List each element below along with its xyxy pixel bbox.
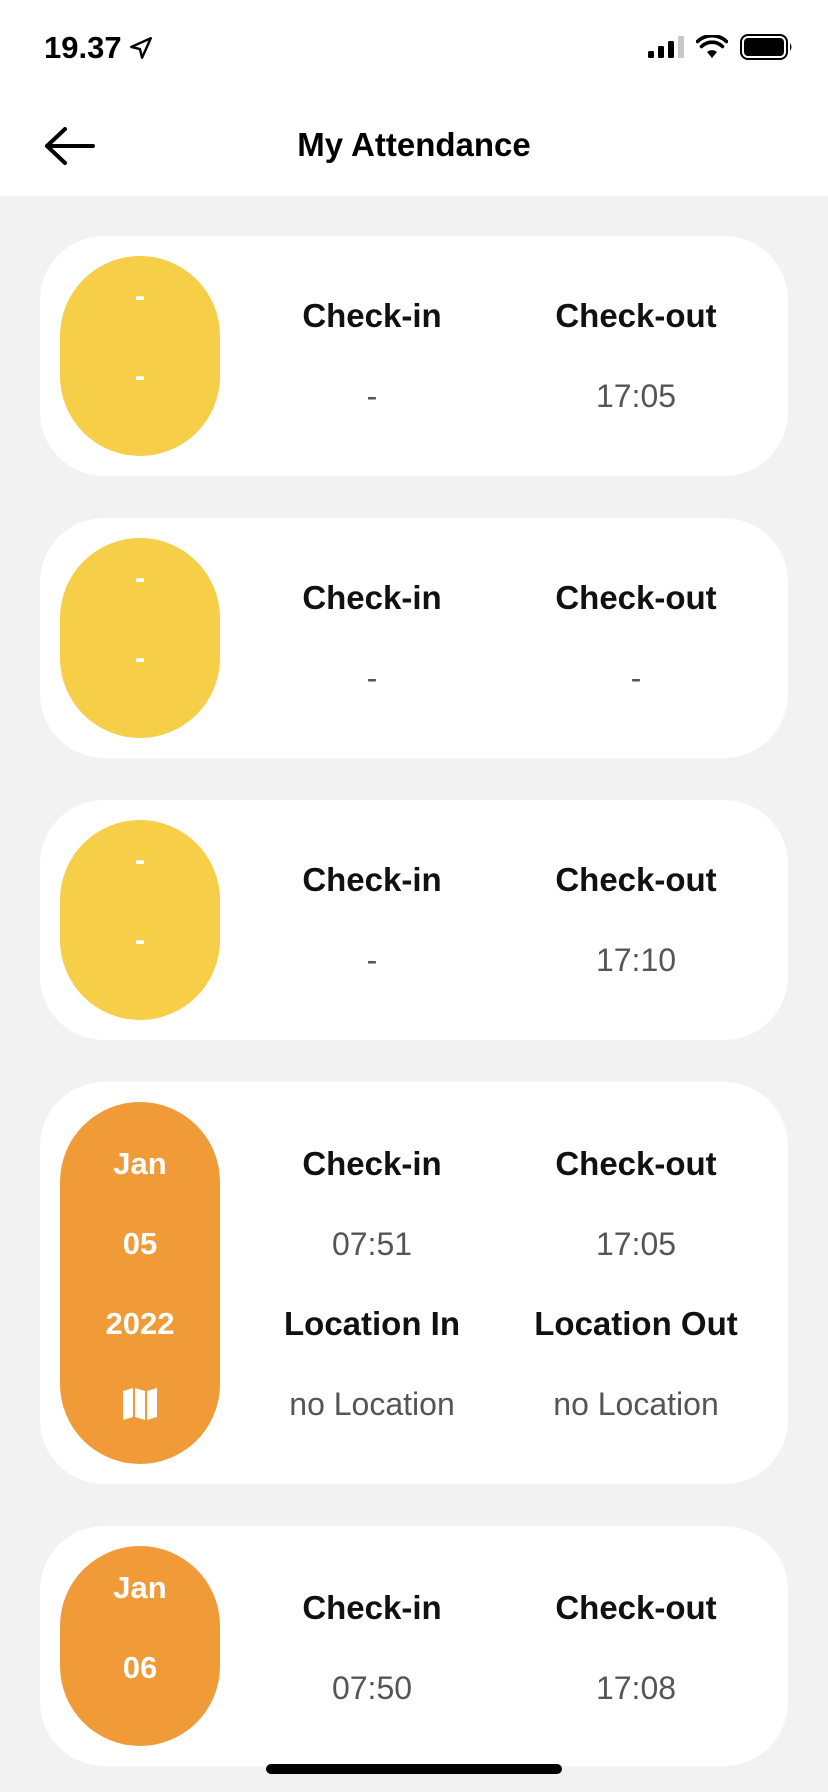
checkin-label: Check-in — [302, 297, 442, 334]
checkout-value: 17:08 — [595, 1670, 677, 1706]
attendance-card[interactable]: - - Check-in Check-out - 17:05 — [40, 236, 788, 476]
checkout-label: Check-out — [555, 1589, 717, 1626]
status-icons — [648, 34, 794, 60]
checkout-label: Check-out — [555, 1145, 717, 1182]
date-line: - — [134, 358, 146, 393]
date-line: - — [134, 922, 146, 957]
date-line: - — [134, 640, 146, 675]
map-icon[interactable] — [120, 1384, 160, 1424]
location-out-label: Location Out — [534, 1305, 738, 1342]
location-in-label: Location In — [284, 1305, 460, 1342]
date-line: - — [134, 278, 146, 313]
attendance-card[interactable]: Jan 05 2022 Check-in Check-out 07:51 17:… — [40, 1082, 788, 1484]
cellular-signal-icon — [648, 36, 684, 58]
date-pill: Jan 05 2022 — [60, 1102, 220, 1464]
checkout-label: Check-out — [555, 861, 717, 898]
checkin-value: 07:51 — [331, 1226, 413, 1262]
checkout-value: 17:05 — [595, 1226, 677, 1262]
nav-bar: My Attendance — [0, 96, 828, 196]
attendance-card[interactable]: - - Check-in Check-out - - — [40, 518, 788, 758]
date-line: - — [134, 842, 146, 877]
date-pill: - - — [60, 538, 220, 738]
attendance-card[interactable]: - - Check-in Check-out - 17:10 — [40, 800, 788, 1040]
wifi-icon — [696, 35, 728, 58]
date-line-year: 2022 — [105, 1306, 175, 1341]
date-line-day: 05 — [122, 1226, 158, 1261]
attendance-card[interactable]: Jan 06 Check-in Check-out 07:50 17:08 — [40, 1526, 788, 1766]
date-line-month: Jan — [113, 1570, 167, 1605]
checkout-label: Check-out — [555, 579, 717, 616]
checkin-value: - — [366, 660, 378, 696]
checkin-label: Check-in — [302, 861, 442, 898]
date-pill: Jan 06 — [60, 1546, 220, 1746]
date-line: - — [134, 560, 146, 595]
checkout-value: - — [630, 660, 642, 696]
checkin-value: 07:50 — [331, 1670, 413, 1706]
home-indicator[interactable] — [266, 1764, 562, 1774]
checkout-value: 17:10 — [595, 942, 677, 978]
location-arrow-icon — [129, 37, 152, 59]
checkout-label: Check-out — [555, 297, 717, 334]
checkin-label: Check-in — [302, 1589, 442, 1626]
status-bar: 19.37 — [0, 0, 828, 96]
date-line-month: Jan — [113, 1146, 167, 1181]
location-in-value: no Location — [289, 1386, 455, 1422]
status-time: 19.37 — [44, 30, 154, 66]
date-pill: - - — [60, 256, 220, 456]
page-title: My Attendance — [297, 126, 531, 163]
checkin-value: - — [366, 942, 378, 978]
date-line-day: 06 — [122, 1650, 158, 1685]
checkin-label: Check-in — [302, 1145, 442, 1182]
date-pill: - - — [60, 820, 220, 1020]
location-out-value: no Location — [553, 1386, 719, 1422]
battery-icon — [740, 34, 792, 60]
checkout-value: 17:05 — [595, 378, 677, 414]
checkin-value: - — [366, 378, 378, 414]
checkin-label: Check-in — [302, 579, 442, 616]
status-time-text: 19.37 — [44, 30, 122, 65]
